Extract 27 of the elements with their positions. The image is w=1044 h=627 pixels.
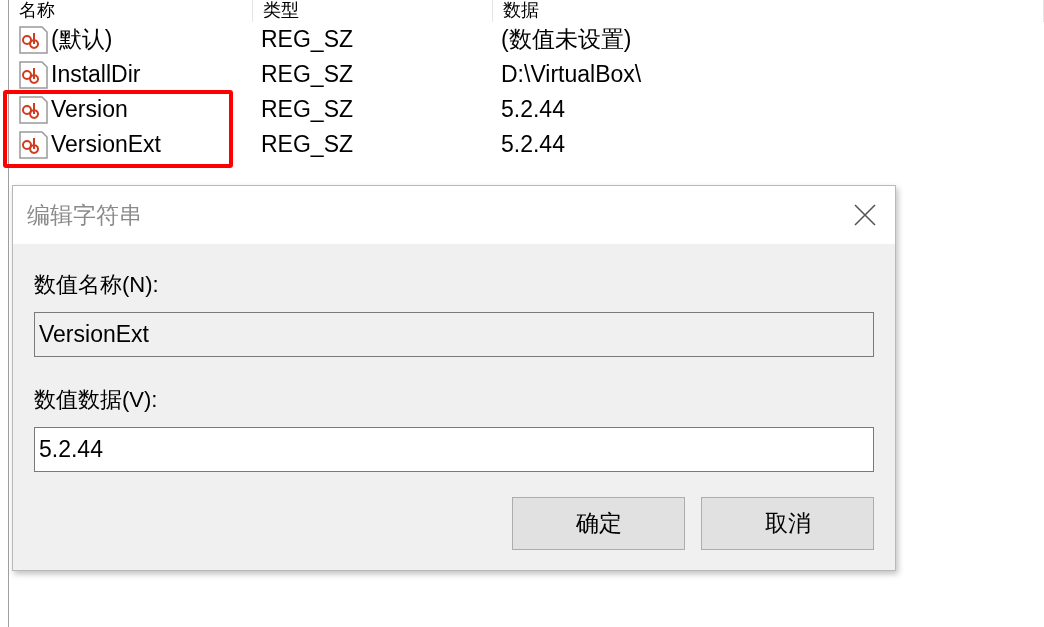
value-type: REG_SZ — [260, 96, 355, 123]
value-type: REG_SZ — [260, 26, 355, 53]
cancel-button[interactable]: 取消 — [701, 497, 874, 550]
value-name[interactable]: (默认) — [51, 24, 113, 55]
field-label: 数值数据(V): — [34, 386, 159, 414]
string-value-icon — [17, 24, 49, 55]
string-value-icon — [17, 59, 49, 90]
column-header[interactable]: 类型 — [253, 0, 493, 22]
field-label: 数值名称(N): — [34, 271, 160, 299]
value-name[interactable]: InstallDir — [51, 61, 141, 88]
ok-button[interactable]: 确定 — [512, 497, 685, 550]
string-value-icon — [17, 129, 49, 160]
dialog-title: 编辑字符串 — [27, 200, 142, 230]
value-name-field[interactable]: VersionExt — [34, 312, 874, 357]
value-data: 5.2.44 — [500, 96, 566, 123]
string-value-icon — [17, 94, 49, 125]
value-data: (数值未设置) — [500, 25, 633, 54]
value-type: REG_SZ — [260, 61, 355, 88]
value-type: REG_SZ — [260, 131, 355, 158]
value-data-field[interactable]: 5.2.44 — [34, 427, 874, 472]
column-header[interactable]: 名称 — [9, 0, 253, 22]
column-header[interactable]: 数据 — [493, 0, 1044, 22]
value-data: D:\VirtualBox\ — [500, 61, 643, 88]
value-data: 5.2.44 — [500, 131, 566, 158]
value-name[interactable]: VersionExt — [51, 131, 161, 158]
close-icon[interactable] — [853, 203, 877, 227]
value-name[interactable]: Version — [51, 96, 128, 123]
